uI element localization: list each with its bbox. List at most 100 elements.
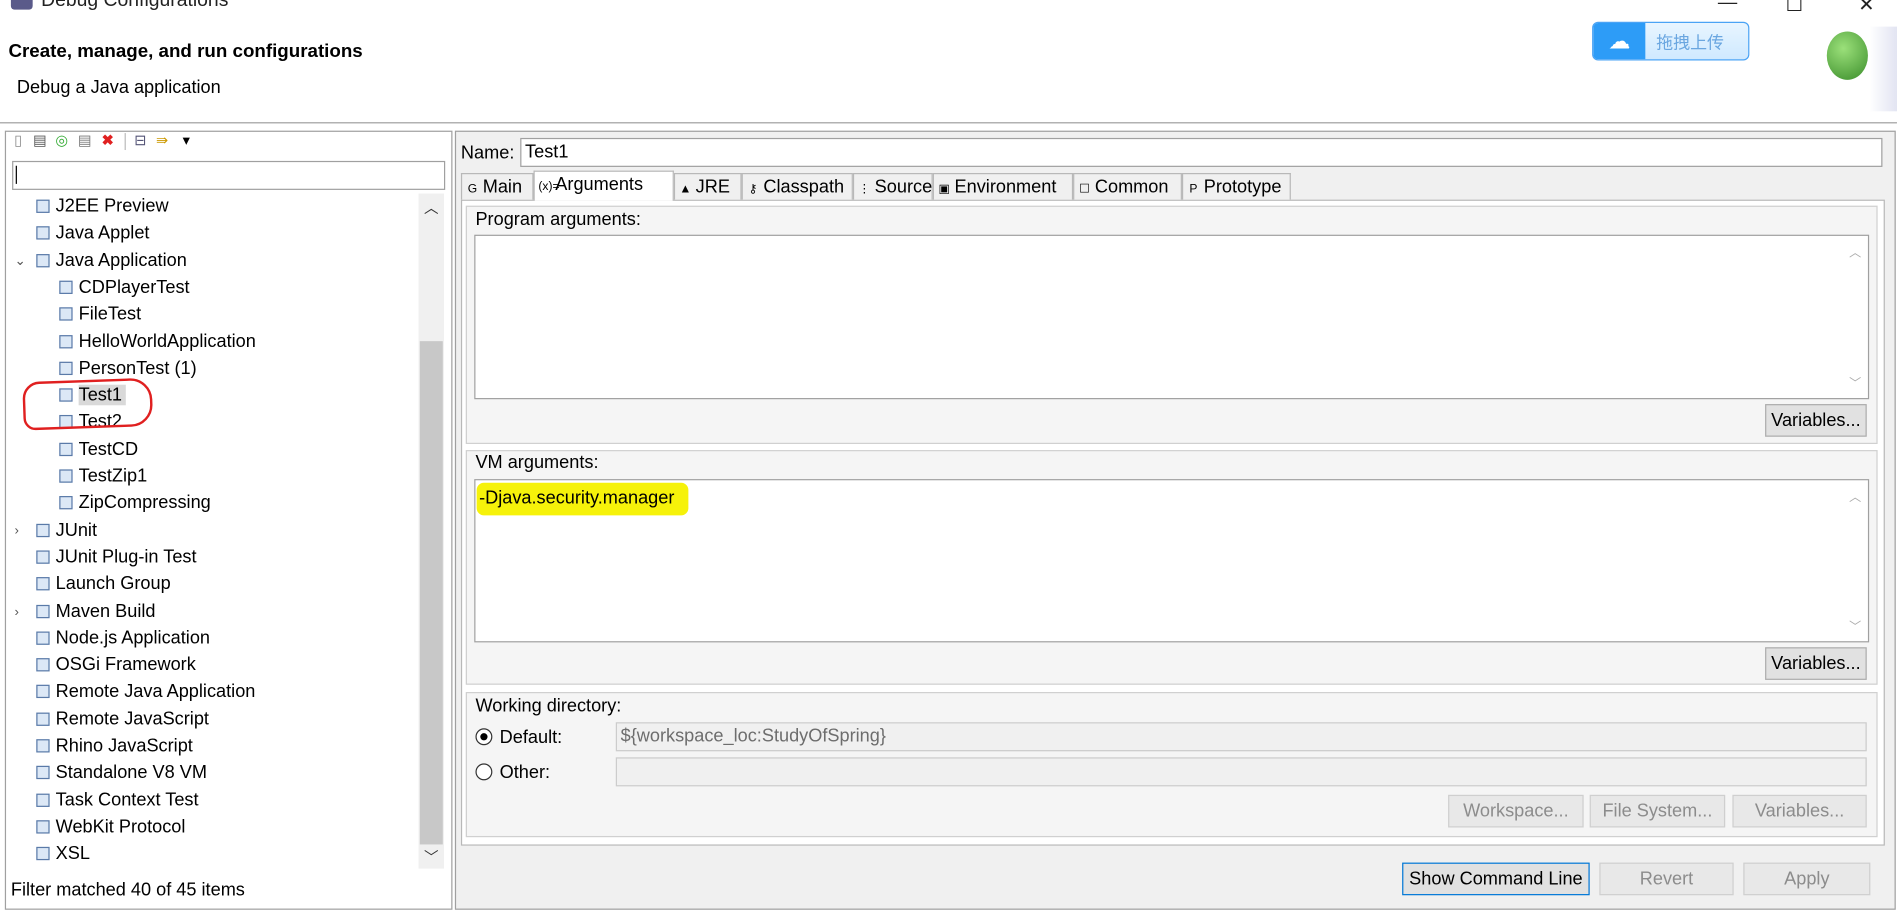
divider <box>0 122 1897 124</box>
filter-icon[interactable]: ⇛ <box>155 132 170 149</box>
tree-item-label: J2EE Preview <box>55 195 169 217</box>
config-type-icon <box>36 766 50 780</box>
tab-common[interactable]: ☐ Common <box>1073 173 1182 200</box>
tree-item[interactable]: Remote JavaScript <box>36 706 209 733</box>
tree-item[interactable]: ⌄ Java Application <box>15 248 187 275</box>
vm-arguments-textarea[interactable]: -Djava.security.manager <box>474 479 1870 643</box>
scroll-up-icon[interactable]: ︿ <box>419 197 444 218</box>
view-menu-icon[interactable]: ▾ <box>179 132 194 149</box>
tree-item[interactable]: JUnit Plug-in Test <box>36 544 197 571</box>
revert-button[interactable]: Revert <box>1599 862 1734 896</box>
tree-item[interactable]: CDPlayerTest <box>59 274 190 301</box>
tree-item[interactable]: HelloWorldApplication <box>59 328 256 355</box>
collapse-all-icon[interactable]: ⊟ <box>133 132 148 149</box>
prototype-tab-icon: P <box>1189 182 1198 196</box>
scroll-up-icon[interactable]: ︿ <box>1846 242 1864 260</box>
workspace-button[interactable]: Workspace... <box>1448 794 1584 828</box>
program-arguments-textarea[interactable] <box>474 234 1870 400</box>
tree-item-label: Node.js Application <box>55 627 211 649</box>
scroll-down-icon[interactable]: ﹀ <box>1846 373 1864 390</box>
scroll-down-icon[interactable]: ﹀ <box>1846 616 1864 634</box>
tree-item[interactable]: FileTest <box>59 301 141 328</box>
tree-item-label: Java Applet <box>55 222 150 244</box>
tree-item[interactable]: Launch Group <box>36 571 171 598</box>
chevron-right-icon[interactable]: › <box>15 517 19 544</box>
tree-item[interactable]: Remote Java Application <box>36 679 255 706</box>
minimize-button[interactable]: — <box>1718 0 1737 15</box>
tree-item[interactable]: Java Applet <box>36 221 149 248</box>
tab-source[interactable]: ⋮ Source <box>852 173 933 200</box>
close-button[interactable]: ✕ <box>1858 0 1874 17</box>
tree-item-label: JUnit Plug-in Test <box>55 546 197 568</box>
tree-item[interactable]: Standalone V8 VM <box>36 760 207 787</box>
tree-item-label: Standalone V8 VM <box>55 762 207 784</box>
config-type-icon <box>36 712 50 726</box>
tree-item[interactable]: J2EE Preview <box>36 194 169 221</box>
default-radio[interactable] <box>475 728 493 746</box>
text-caret <box>15 165 17 184</box>
upload-label: 拖拽上传 <box>1656 32 1724 53</box>
tree-item[interactable]: Rhino JavaScript <box>36 733 193 760</box>
tab-arguments[interactable]: (x)=Arguments <box>533 170 674 201</box>
delete-icon[interactable]: ✖ <box>100 132 115 149</box>
tree-item-label: Java Application <box>55 249 187 271</box>
chevron-down-icon[interactable]: ⌄ <box>15 248 26 275</box>
tree-item[interactable]: Node.js Application <box>36 625 210 652</box>
arguments-tab-icon: (x)= <box>538 180 560 194</box>
scrollbar-thumb[interactable] <box>419 341 443 845</box>
tree-item[interactable]: XSL <box>36 841 90 868</box>
tree-item[interactable]: OSGi Framework <box>36 652 196 679</box>
config-type-icon <box>36 577 50 591</box>
filter-input[interactable] <box>12 160 446 190</box>
main-tab-icon: G <box>467 182 478 196</box>
tree-item[interactable]: › Maven Build <box>15 598 156 625</box>
upload-button[interactable]: ☁ 拖拽上传 <box>1592 21 1750 61</box>
chevron-right-icon[interactable]: › <box>15 598 19 625</box>
scroll-up-icon[interactable]: ︿ <box>1846 486 1864 504</box>
tab-prototype[interactable]: P Prototype <box>1181 173 1291 200</box>
tab-environment[interactable]: ▣ Environment <box>932 173 1074 200</box>
tab-main[interactable]: G Main <box>460 173 534 200</box>
app-icon <box>10 0 33 10</box>
tree-item-label: Rhino JavaScript <box>55 735 193 757</box>
tree-item-label: Remote Java Application <box>55 681 256 703</box>
tree-item[interactable]: Task Context Test <box>36 787 199 814</box>
tab-label: Classpath <box>763 176 845 198</box>
scroll-down-icon[interactable]: ﹀ <box>419 847 444 868</box>
config-type-icon <box>36 253 50 267</box>
new-prototype-icon[interactable]: ▤ <box>33 132 48 149</box>
name-input[interactable]: Test1 <box>520 137 1883 167</box>
tree-item-label: Task Context Test <box>55 789 199 811</box>
tree-item[interactable]: TestZip1 <box>59 463 147 490</box>
bug-icon <box>1826 31 1868 80</box>
file-system-button[interactable]: File System... <box>1589 794 1726 828</box>
tab-label: Arguments <box>555 174 644 195</box>
other-radio[interactable] <box>475 763 493 781</box>
tree-item-label: Maven Build <box>55 600 156 622</box>
name-label: Name: <box>460 142 515 164</box>
program-arguments-label: Program arguments: <box>475 209 641 230</box>
new-config-icon[interactable]: ▯ <box>11 132 26 149</box>
tree-item-label: WebKit Protocol <box>55 816 186 838</box>
show-command-line-button[interactable]: Show Command Line <box>1402 862 1590 896</box>
duplicate-icon[interactable]: ▤ <box>77 132 92 149</box>
tree-item-label: TestZip1 <box>78 465 148 487</box>
maximize-button[interactable]: ☐ <box>1786 0 1803 17</box>
config-type-icon <box>36 793 50 807</box>
tree-item[interactable]: TestCD <box>59 436 138 463</box>
working-dir-variables-button[interactable]: Variables... <box>1732 794 1867 828</box>
vm-variables-button[interactable]: Variables... <box>1765 647 1867 680</box>
tree-item[interactable]: ZipCompressing <box>59 490 211 517</box>
tree-item[interactable]: WebKit Protocol <box>36 814 185 841</box>
config-type-icon <box>36 820 50 834</box>
tree-item[interactable]: › JUnit <box>15 517 97 544</box>
program-variables-button[interactable]: Variables... <box>1765 404 1867 437</box>
tab-classpath[interactable]: ⚷ Classpath <box>741 173 853 200</box>
other-directory-field <box>615 757 1867 787</box>
other-label: Other: <box>499 762 551 783</box>
apply-button[interactable]: Apply <box>1743 862 1871 896</box>
tab-jre[interactable]: ▲ JRE <box>673 173 742 200</box>
vm-arguments-value: -Djava.security.manager <box>476 482 689 516</box>
export-icon[interactable]: ◎ <box>54 132 69 149</box>
filter-status: Filter matched 40 of 45 items <box>10 879 245 901</box>
